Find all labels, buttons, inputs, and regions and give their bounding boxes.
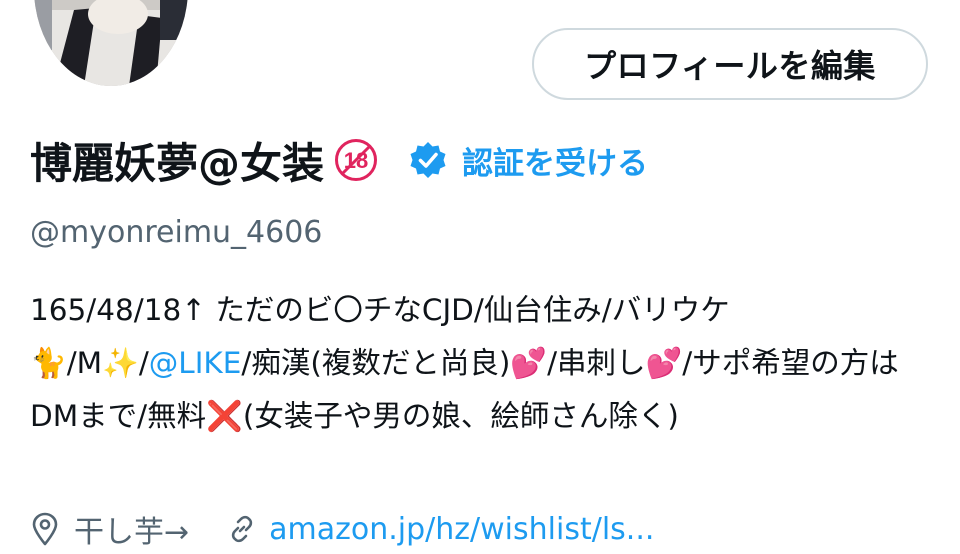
display-name: 博麗妖夢@女装 [30,138,325,188]
bio-mention-link[interactable]: @LIKE [149,346,242,380]
bio: 165/48/18↑ ただのビ〇チなCJD/仙台住み/バリウケ🐈/M✨/@LIK… [30,284,930,443]
edit-profile-button[interactable]: プロフィールを編集 [532,28,928,100]
verified-badge-icon[interactable] [408,140,448,180]
user-handle: @myonreimu_4606 [30,215,323,250]
name-row: 博麗妖夢@女装 18 認証を受ける [30,130,648,190]
no-under-18-icon: 18 [334,138,378,182]
website-link[interactable]: amazon.jp/hz/wishlist/ls... [269,512,654,547]
map-pin-icon [30,512,60,546]
profile-meta-row: 干し芋→ amazon.jp/hz/wishlist/ls... [30,505,654,553]
avatar[interactable] [34,0,188,86]
link-icon [227,514,257,544]
get-verified-link[interactable]: 認証を受ける [462,138,648,183]
location-label: 干し芋→ [74,515,190,550]
edit-profile-button-label: プロフィールを編集 [584,47,876,85]
